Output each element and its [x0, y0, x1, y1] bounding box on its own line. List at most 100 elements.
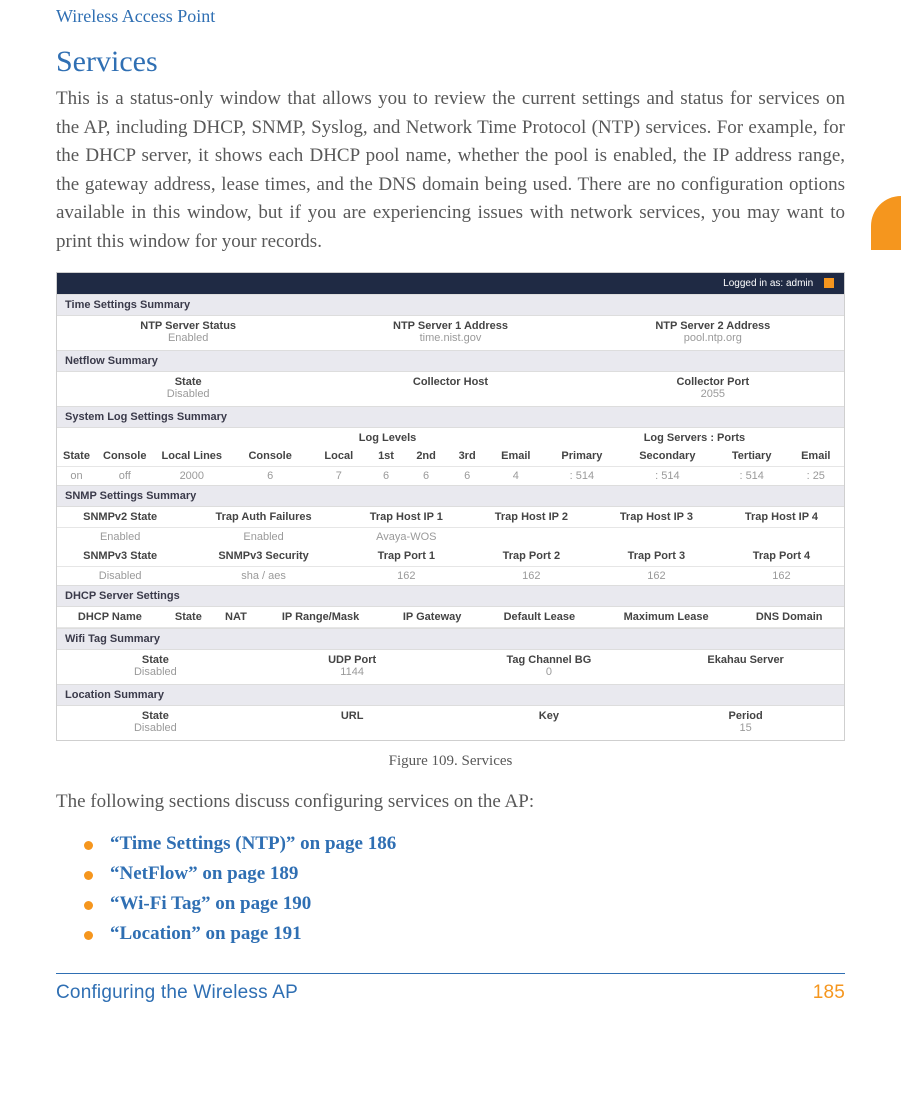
ntp2-label: NTP Server 2 Address [582, 320, 844, 332]
snmp-r1h5: Trap Host IP 3 [594, 507, 719, 528]
wt-state-l: State [57, 654, 254, 666]
sl-h-console: Console [96, 446, 153, 467]
link-location[interactable]: “Location” on page 191 [110, 923, 302, 944]
sl-v-lines: 2000 [153, 467, 230, 486]
sl-v-local: 7 [310, 467, 367, 486]
ntp1-value: time.nist.gov [319, 332, 581, 348]
sl-h-2nd: 2nd [405, 446, 448, 467]
snmp-r1v2: Enabled [183, 528, 344, 547]
sl-v-tertiary: : 514 [716, 467, 788, 486]
snmp-r2h1: SNMPv3 State [57, 546, 183, 567]
wt-ch-v: 0 [451, 666, 648, 682]
loc-period-l: Period [647, 710, 844, 722]
nf-state-value: Disabled [57, 388, 319, 404]
logout-icon [824, 278, 834, 288]
dhcp-h3: NAT [214, 607, 258, 628]
sl-h-3rd: 3rd [448, 446, 487, 467]
xref-list: “Time Settings (NTP)” on page 186 “NetFl… [84, 833, 845, 945]
snmp-r2v2: sha / aes [183, 567, 344, 586]
sl-v-secondary: : 514 [619, 467, 716, 486]
link-wifi-tag[interactable]: “Wi-Fi Tag” on page 190 [110, 893, 311, 914]
snmp-r2v6: 162 [719, 567, 844, 586]
sl-h-1st: 1st [367, 446, 404, 467]
loc-url-l: URL [254, 710, 451, 722]
wt-ek-l: Ekahau Server [647, 654, 844, 666]
dhcp-h6: Default Lease [481, 607, 598, 628]
snmp-r1v6 [719, 528, 844, 547]
section-snmp: SNMP Settings Summary [57, 485, 844, 507]
link-netflow[interactable]: “NetFlow” on page 189 [110, 863, 298, 884]
sl-v-2nd: 6 [405, 467, 448, 486]
snmp-r1h6: Trap Host IP 4 [719, 507, 844, 528]
sl-grp-servers: Log Servers : Ports [545, 428, 844, 446]
sl-v-1st: 6 [367, 467, 404, 486]
snmp-r2v3: 162 [344, 567, 469, 586]
nf-host-label: Collector Host [319, 376, 581, 388]
running-header: Wireless Access Point [56, 0, 845, 31]
loc-period-v: 15 [647, 722, 844, 738]
snmp-r1h2: Trap Auth Failures [183, 507, 344, 528]
sl-v-lconsole: 6 [230, 467, 310, 486]
list-item: “Time Settings (NTP)” on page 186 [84, 833, 845, 855]
dhcp-h5: IP Gateway [383, 607, 481, 628]
list-item: “NetFlow” on page 189 [84, 863, 845, 885]
wt-udp-v: 1144 [254, 666, 451, 682]
page-number: 185 [813, 982, 845, 1004]
wt-ek-v [647, 666, 844, 670]
sl-v-email: 4 [487, 467, 545, 486]
sl-h-email: Email [487, 446, 545, 467]
paragraph-links-intro: The following sections discuss configuri… [56, 788, 845, 817]
footer-section: Configuring the Wireless AP [56, 982, 298, 1004]
ntp-status-label: NTP Server Status [57, 320, 319, 332]
section-dhcp: DHCP Server Settings [57, 585, 844, 607]
snmp-r2h4: Trap Port 2 [469, 546, 594, 567]
sl-h-local: Local [310, 446, 367, 467]
section-tab [871, 196, 901, 250]
sl-h-lines: Local Lines [153, 446, 230, 467]
sl-v-console: off [96, 467, 153, 486]
sl-v-email2: : 25 [788, 467, 844, 486]
dhcp-h2: State [163, 607, 214, 628]
ntp-status-value: Enabled [57, 332, 319, 348]
snmp-r2v1: Disabled [57, 567, 183, 586]
snmp-r2h5: Trap Port 3 [594, 546, 719, 567]
snmp-r1h3: Trap Host IP 1 [344, 507, 469, 528]
sl-h-secondary: Secondary [619, 446, 716, 467]
section-wifi: Wifi Tag Summary [57, 628, 844, 650]
snmp-r2h3: Trap Port 1 [344, 546, 469, 567]
figure-caption: Figure 109. Services [56, 753, 845, 770]
dhcp-h7: Maximum Lease [598, 607, 735, 628]
figure-services: Logged in as: admin Time Settings Summar… [56, 272, 845, 770]
sl-h-primary: Primary [545, 446, 619, 467]
snmp-r2v5: 162 [594, 567, 719, 586]
nf-port-label: Collector Port [582, 376, 844, 388]
wt-state-v: Disabled [57, 666, 254, 682]
snmp-r2v4: 162 [469, 567, 594, 586]
dhcp-h4: IP Range/Mask [258, 607, 384, 628]
loc-key-l: Key [451, 710, 648, 722]
snmp-r1h4: Trap Host IP 2 [469, 507, 594, 528]
sl-grp-levels: Log Levels [230, 428, 545, 446]
page-title: Services [56, 45, 845, 79]
loc-url-v [254, 722, 451, 726]
nf-state-label: State [57, 376, 319, 388]
snmp-r2h6: Trap Port 4 [719, 546, 844, 567]
intro-paragraph: This is a status-only window that allows… [56, 85, 845, 256]
logged-in-label: Logged in as: admin [723, 278, 813, 289]
sl-h-lconsole: Console [230, 446, 310, 467]
sl-h-tertiary: Tertiary [716, 446, 788, 467]
snmp-r1v3: Avaya-WOS [344, 528, 469, 547]
nf-port-value: 2055 [582, 388, 844, 404]
sl-h-email2: Email [788, 446, 844, 467]
snmp-r2h2: SNMPv3 Security [183, 546, 344, 567]
sl-v-3rd: 6 [448, 467, 487, 486]
link-time-settings[interactable]: “Time Settings (NTP)” on page 186 [110, 833, 396, 854]
section-loc: Location Summary [57, 684, 844, 706]
list-item: “Wi-Fi Tag” on page 190 [84, 893, 845, 915]
snmp-r1v1: Enabled [57, 528, 183, 547]
section-syslog: System Log Settings Summary [57, 406, 844, 428]
loc-state-v: Disabled [57, 722, 254, 738]
section-netflow: Netflow Summary [57, 350, 844, 372]
screenshot-topbar: Logged in as: admin [57, 273, 844, 294]
nf-host-value [319, 388, 581, 392]
